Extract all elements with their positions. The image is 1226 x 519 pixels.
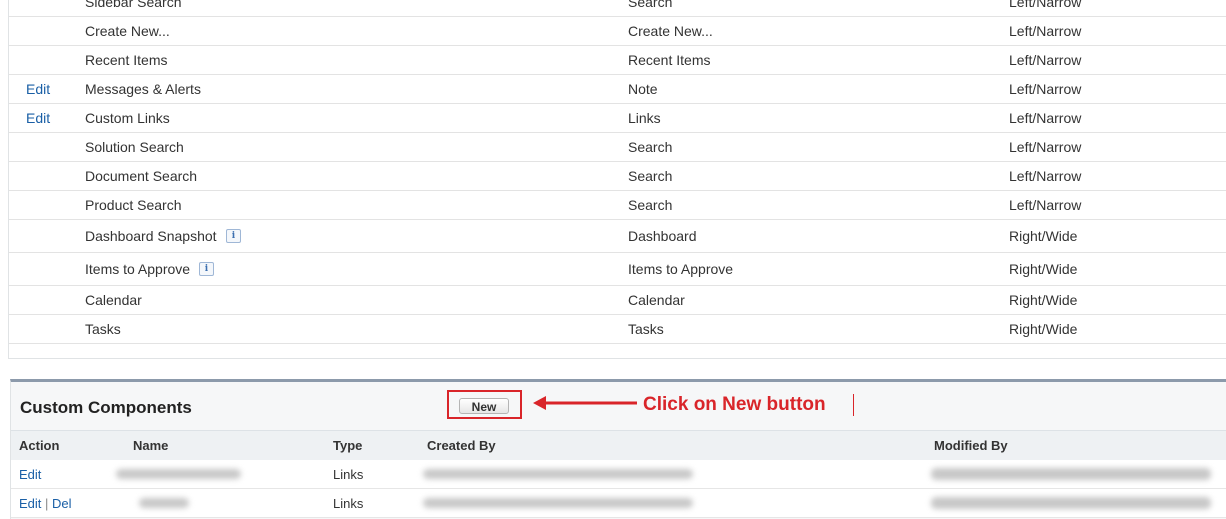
component-column: Left/Narrow — [1009, 81, 1082, 97]
component-row: Tasks Tasks Right/Wide — [9, 314, 1226, 344]
component-column: Left/Narrow — [1009, 168, 1082, 184]
standard-components-table: Sidebar Search Search Left/Narrow Create Ne… — [8, 0, 1226, 359]
component-type: Dashboard — [628, 228, 697, 244]
component-name: Tasks — [85, 321, 121, 337]
header-created-by: Created By — [427, 438, 496, 453]
component-type: Create New... — [628, 23, 713, 39]
component-column: Left/Narrow — [1009, 23, 1082, 39]
component-type: Note — [628, 81, 658, 97]
redacted-name — [116, 469, 241, 479]
component-type: Search — [628, 197, 673, 213]
component-name: Create New... — [85, 23, 170, 39]
component-name: Sidebar Search — [85, 0, 182, 10]
edit-link[interactable]: Edit — [26, 110, 50, 126]
annotation-text: Click on New button — [643, 394, 826, 415]
component-row: Product Search Search Left/Narrow — [9, 190, 1226, 220]
component-row: Edit Messages & Alerts Note Left/Narrow — [9, 74, 1226, 104]
custom-components-header-row: Action Name Type Created By Modified By — [11, 430, 1226, 461]
redacted-created-by — [423, 469, 693, 479]
component-row: Create New... Create New... Left/Narrow — [9, 16, 1226, 46]
edit-link[interactable]: Edit — [19, 496, 41, 511]
component-type: Search — [628, 139, 673, 155]
component-column: Right/Wide — [1009, 228, 1078, 244]
new-button-highlight: New — [447, 390, 522, 419]
component-name: Product Search — [85, 197, 182, 213]
component-name: Dashboard Snapshot — [85, 228, 217, 244]
custom-components-section: Custom Components New Click on New butto… — [10, 379, 1226, 519]
redacted-name — [139, 498, 189, 508]
component-type: Search — [628, 168, 673, 184]
component-type: Links — [628, 110, 661, 126]
custom-components-title: Custom Components — [20, 398, 192, 417]
header-type: Type — [333, 438, 363, 453]
custom-component-row: Edit Links — [11, 460, 1226, 489]
row-type: Links — [333, 467, 364, 482]
row-actions: Edit | Del — [19, 496, 72, 511]
component-column: Left/Narrow — [1009, 197, 1082, 213]
component-name: Messages & Alerts — [85, 81, 201, 97]
header-modified-by: Modified By — [934, 438, 1008, 453]
component-row: Edit Custom Links Links Left/Narrow — [9, 103, 1226, 133]
annotation-arrow-icon — [533, 396, 637, 410]
info-icon[interactable]: i — [199, 262, 214, 276]
edit-link[interactable]: Edit — [26, 81, 50, 97]
component-row: Dashboard Snapshot i Dashboard Right/Wide — [9, 219, 1226, 253]
component-type: Tasks — [628, 321, 664, 337]
component-column: Left/Narrow — [1009, 0, 1082, 10]
component-column: Right/Wide — [1009, 261, 1078, 277]
component-name: Items to Approve — [85, 261, 191, 277]
custom-component-row: Edit | Del Links — [11, 489, 1226, 518]
component-column: Right/Wide — [1009, 292, 1078, 308]
new-button[interactable]: New — [459, 398, 509, 414]
component-column: Left/Narrow — [1009, 110, 1082, 126]
redacted-created-by — [423, 498, 693, 508]
header-name: Name — [133, 438, 169, 453]
component-column: Left/Narrow — [1009, 139, 1082, 155]
component-name: Calendar — [85, 292, 142, 308]
component-column: Right/Wide — [1009, 321, 1078, 337]
component-type: Search — [628, 0, 673, 10]
component-row: Recent Items Recent Items Left/Narrow — [9, 45, 1226, 75]
component-type: Items to Approve — [628, 261, 734, 277]
component-row: Solution Search Search Left/Narrow — [9, 132, 1226, 162]
redacted-modified-by — [931, 468, 1211, 480]
info-icon[interactable]: i — [226, 229, 241, 243]
row-type: Links — [333, 496, 364, 511]
component-row: Calendar Calendar Right/Wide — [9, 285, 1226, 315]
component-column: Left/Narrow — [1009, 52, 1082, 68]
header-action: Action — [19, 438, 60, 453]
component-row: Items to Approve i Items to Approve Right/W… — [9, 252, 1226, 286]
component-name: Custom Links — [85, 110, 170, 126]
text-cursor — [853, 394, 854, 416]
delete-link[interactable]: Del — [52, 496, 72, 511]
component-type: Recent Items — [628, 52, 711, 68]
component-type: Calendar — [628, 292, 685, 308]
component-name: Solution Search — [85, 139, 184, 155]
redacted-modified-by — [931, 497, 1211, 509]
component-row: Sidebar Search Search Left/Narrow — [9, 0, 1226, 17]
component-name: Document Search — [85, 168, 198, 184]
action-separator: | — [45, 496, 53, 511]
edit-link[interactable]: Edit — [19, 467, 41, 482]
component-name: Recent Items — [85, 52, 168, 68]
page: Sidebar Search Search Left/Narrow Create Ne… — [0, 0, 1226, 519]
component-row: Document Search Search Left/Narrow — [9, 161, 1226, 191]
